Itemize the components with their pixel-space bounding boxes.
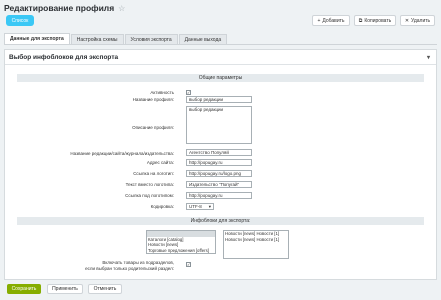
add-button[interactable]: + Добавить [312, 15, 350, 26]
include-products-label-1: Включать товары из подразделов, [102, 260, 174, 265]
cancel-button-label: Отменить [93, 286, 117, 292]
main-panel: Выбор инфоблоков для экспорта ▾ Общие па… [4, 49, 437, 280]
logo-link-input[interactable]: http://popugay.ru [186, 192, 252, 199]
active-label: Активность [150, 90, 174, 95]
save-button-label: Сохранить [11, 286, 37, 292]
close-icon: ✕ [404, 17, 410, 24]
iblocks-source-list[interactable]: Каталоги [catalog] Новости [news] Торгов… [146, 230, 216, 254]
iblocks-header-text: Инфоблоки для экспорта: [190, 218, 251, 224]
tab-schema-settings[interactable]: Настройка схемы [70, 34, 124, 44]
tab-export-conditions-label: Условия экспорта [130, 36, 172, 43]
section-title-text: Выбор инфоблоков для экспорта [9, 53, 119, 61]
editorial-name-input[interactable]: Агентство Популяй [186, 149, 252, 156]
site-url-label: Адрес сайта: [146, 160, 174, 165]
site-url-input[interactable]: http://popugay.ru [186, 159, 252, 166]
profile-description-textarea[interactable]: выбор редакции [186, 106, 252, 144]
star-icon[interactable]: ☆ [118, 4, 125, 13]
include-products-checkbox[interactable]: ✓ [186, 262, 191, 267]
page-title: Редактирование профиля [4, 3, 115, 13]
list-item[interactable]: Новости [news] Новости [1] [224, 231, 288, 237]
cancel-button[interactable]: Отменить [88, 284, 122, 294]
profile-description-label: Описание профиля: [132, 125, 174, 130]
logo-link-label: Ссылка под логотипом: [125, 193, 174, 198]
list-item[interactable]: Торговые предложения [offers] [147, 248, 215, 254]
profile-name-label: Название профиля: [132, 97, 174, 102]
plus-icon: + [317, 17, 321, 24]
delete-button[interactable]: ✕ Удалить [400, 15, 435, 26]
section-title: Выбор инфоблоков для экспорта ▾ [5, 50, 436, 65]
encoding-value: UTF-8 [189, 204, 202, 209]
toolbar: Список + Добавить ⧉ Копировать ✕ Удалить [4, 14, 437, 28]
copy-button[interactable]: ⧉ Копировать [354, 15, 396, 26]
profile-name-input[interactable]: выбор редакции [186, 96, 252, 103]
tab-export-conditions[interactable]: Условия экспорта [124, 34, 178, 44]
logo-text-label: Текст вместо логотипа: [125, 182, 174, 187]
logo-url-input[interactable]: http://popugay.ru/logo.png [186, 170, 252, 177]
title-row: Редактирование профиля ☆ [4, 2, 125, 14]
logo-text-input[interactable]: Издательство "Попугай" [186, 181, 252, 188]
general-params-header: Общие параметры [17, 74, 424, 82]
iblocks-header: Инфоблоки для экспорта: [17, 217, 424, 225]
encoding-select[interactable]: UTF-8 ▾ [186, 203, 214, 210]
include-products-label-2: если выбран только родительский раздел: [85, 266, 174, 271]
logo-url-label: Ссылка на логотип: [133, 171, 174, 176]
apply-button-label: Применить [52, 286, 78, 292]
encoding-label: Кодировка: [150, 204, 174, 209]
tab-output-data-label: Данные выхода [184, 36, 222, 43]
copy-button-label: Копировать [364, 17, 392, 24]
add-button-label: Добавить [322, 17, 345, 24]
footer-bar: Сохранить Применить Отменить [4, 281, 437, 297]
list-item[interactable]: Новости [news] Новости [1] [224, 237, 288, 243]
save-button[interactable]: Сохранить [7, 284, 41, 294]
editorial-name-label: Название редакции/сайта/журнала/издатель… [70, 151, 174, 156]
back-to-list-button[interactable]: Список [6, 15, 34, 26]
active-checkbox[interactable]: ✓ [186, 90, 191, 95]
tab-schema-settings-label: Настройка схемы [76, 36, 118, 43]
delete-button-label: Удалить [411, 17, 431, 24]
general-params-header-text: Общие параметры [198, 75, 243, 81]
iblocks-selected-list[interactable]: Новости [news] Новости [1] Новости [news… [223, 230, 289, 259]
back-to-list-label: Список [11, 17, 29, 24]
copy-icon: ⧉ [358, 17, 363, 24]
tab-export-data-label: Данные для экспорта [10, 36, 64, 42]
tab-output-data[interactable]: Данные выхода [178, 34, 228, 44]
chevron-down-icon: ▾ [208, 204, 211, 209]
collapse-icon[interactable]: ▾ [427, 54, 430, 61]
tab-export-data[interactable]: Данные для экспорта [4, 33, 70, 44]
apply-button[interactable]: Применить [47, 284, 83, 294]
tab-bar: Данные для экспорта Настройка схемы Усло… [4, 33, 437, 45]
